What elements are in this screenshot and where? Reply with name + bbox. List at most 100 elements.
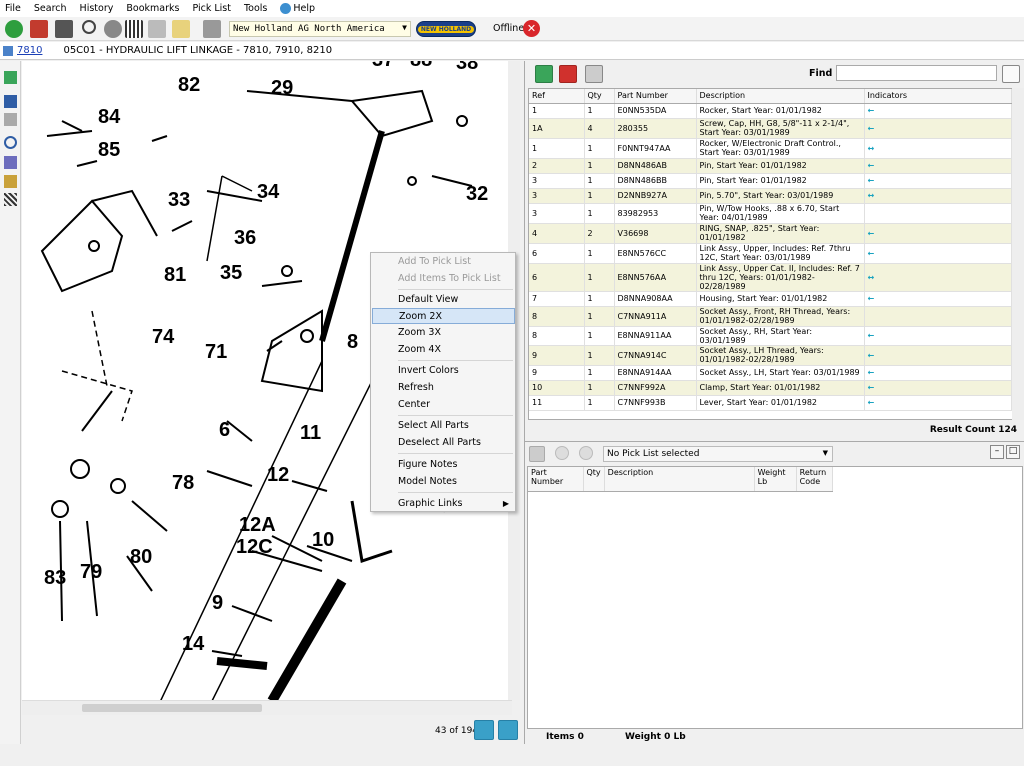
menu-search[interactable]: Search xyxy=(34,3,67,14)
menu-figure-notes[interactable]: Figure Notes xyxy=(372,457,515,473)
magnifier-icon[interactable] xyxy=(82,20,96,34)
menu-select-all-parts[interactable]: Select All Parts xyxy=(372,418,515,434)
menu-tools[interactable]: Tools xyxy=(244,3,267,14)
pick-col-return-code[interactable]: Return Code xyxy=(796,467,834,492)
pick-col-description[interactable]: Description xyxy=(604,467,755,492)
menu-history[interactable]: History xyxy=(80,3,114,14)
add-icon[interactable] xyxy=(579,446,593,460)
menu-add-items-to-pick-list[interactable]: Add Items To Pick List xyxy=(372,271,515,287)
find-input[interactable] xyxy=(836,65,997,81)
menu-model-notes[interactable]: Model Notes xyxy=(372,474,515,490)
menu-graphic-links[interactable]: Graphic Links ▶ xyxy=(372,496,515,512)
text-icon[interactable] xyxy=(4,156,17,169)
minimize-button[interactable]: – xyxy=(990,445,1004,459)
menu-bar: File Search History Bookmarks Pick List … xyxy=(0,0,1024,17)
menu-center[interactable]: Center xyxy=(372,397,515,413)
notes-icon[interactable] xyxy=(172,20,190,38)
cell-desc: Pin, 5.70", Start Year: 03/01/1989 xyxy=(696,188,865,204)
menu-help[interactable]: Help xyxy=(280,3,315,14)
table-row[interactable]: 3 1 D2NNB927A Pin, 5.70", Start Year: 03/01… xyxy=(529,188,1012,204)
cart-icon[interactable] xyxy=(585,65,603,83)
col-ref[interactable]: Ref xyxy=(529,89,585,104)
table-row[interactable]: 3 1 D8NN486BB Pin, Start Year: 01/01/1982 ← xyxy=(529,173,1012,189)
callout-14: 14 xyxy=(182,633,205,655)
gear-icon[interactable] xyxy=(104,20,122,38)
table-row[interactable]: 1A 4 280355 Screw, Cap, HH, G8, 5/8"-11 x 2… xyxy=(529,118,1012,139)
offline-close-icon[interactable]: ✕ xyxy=(523,20,540,37)
col-part-number[interactable]: Part Number xyxy=(614,89,697,104)
col-description[interactable]: Description xyxy=(696,89,865,104)
menu-refresh[interactable]: Refresh xyxy=(372,380,515,396)
previous-page-button[interactable] xyxy=(474,720,494,740)
history-icon[interactable] xyxy=(555,446,569,460)
cell-desc: Socket Assy., LH Thread, Years: 01/01/19… xyxy=(696,345,865,366)
table-row[interactable]: 4 2 V36698 RING, SNAP, .825", Start Year: 0… xyxy=(529,223,1012,244)
scroll-thumb[interactable] xyxy=(82,704,262,712)
parts-table-scrollbar[interactable] xyxy=(1012,88,1024,420)
menu-file[interactable]: File xyxy=(5,3,21,14)
cell-ref: 1A xyxy=(529,118,585,139)
menu-deselect-all-parts[interactable]: Deselect All Parts xyxy=(372,435,515,451)
menu-zoom-3x[interactable]: Zoom 3X xyxy=(372,325,515,341)
table-row[interactable]: 8 1 C7NNA911A Socket Assy., Front, RH Threa… xyxy=(529,306,1012,327)
cell-desc: Lever, Start Year: 01/01/1982 xyxy=(696,395,865,411)
table-row[interactable]: 3 1 83982953 Pin, W/Tow Hooks, .88 x 6.70, … xyxy=(529,203,1012,224)
table-row[interactable]: 1 1 E0NN535DA Rocker, Start Year: 01/01/198… xyxy=(529,103,1012,119)
menu-default-view[interactable]: Default View xyxy=(372,292,515,308)
diagram-horizontal-scrollbar[interactable] xyxy=(22,700,512,715)
context-menu: Add To Pick List Add Items To Pick List … xyxy=(370,252,516,512)
col-indicators[interactable]: Indicators xyxy=(864,89,1012,104)
menu-zoom-4x[interactable]: Zoom 4X xyxy=(372,342,515,358)
callout-12A: 12A xyxy=(239,514,276,536)
next-page-button[interactable] xyxy=(498,720,518,740)
table-row[interactable]: 1 1 F0NNT947AA Rocker, W/Electronic Draft C… xyxy=(529,138,1012,159)
table-row[interactable]: 9 1 C7NNA914C Socket Assy., LH Thread, Year… xyxy=(529,345,1012,366)
back-arrow-icon[interactable] xyxy=(5,20,23,38)
pick-col-weight[interactable]: Weight Lb xyxy=(754,467,797,492)
table-row[interactable]: 7 1 D8NNA908AA Housing, Start Year: 01/01/1… xyxy=(529,291,1012,307)
page-title: 05C01 - HYDRAULIC LIFT LINKAGE - 7810, 7… xyxy=(63,45,333,56)
pick-list-icon[interactable] xyxy=(529,446,545,462)
layers-icon[interactable] xyxy=(4,175,17,188)
table-row[interactable]: 9 1 E8NNA914AA Socket Assy., LH, Start Year… xyxy=(529,365,1012,381)
menu-invert-colors[interactable]: Invert Colors xyxy=(372,363,515,379)
zoom-icon[interactable] xyxy=(4,136,17,149)
callout-12: 12 xyxy=(267,464,289,486)
cell-desc: RING, SNAP, .825", Start Year: 01/01/198… xyxy=(696,223,865,244)
col-qty[interactable]: Qty xyxy=(584,89,615,104)
barcode-icon[interactable] xyxy=(125,20,143,38)
table-row[interactable]: 10 1 C7NNF992A Clamp, Start Year: 01/01/198… xyxy=(529,380,1012,396)
document-icon[interactable] xyxy=(148,20,166,38)
maximize-button[interactable]: □ xyxy=(1006,445,1020,459)
cell-qty: 1 xyxy=(584,243,615,264)
menu-zoom-2x[interactable]: Zoom 2X xyxy=(372,308,515,324)
grid-icon[interactable] xyxy=(4,193,17,206)
print-icon[interactable] xyxy=(55,20,73,38)
clear-find-icon[interactable] xyxy=(1002,65,1020,83)
model-link[interactable]: 7810 xyxy=(17,45,42,56)
table-row[interactable]: 6 1 E8NN576AA Link Assy., Upper Cat. II, In… xyxy=(529,263,1012,292)
disk-icon[interactable] xyxy=(4,113,17,126)
pick-list-select[interactable]: No Pick List selected ▼ xyxy=(603,446,833,462)
cell-desc: Link Assy., Upper Cat. II, Includes: Ref… xyxy=(696,263,865,292)
refresh-icon[interactable] xyxy=(4,71,17,84)
callout-11: 11 xyxy=(300,422,321,444)
cell-ind: ↔ xyxy=(864,138,1012,159)
book-icon[interactable] xyxy=(203,20,221,38)
home-icon[interactable] xyxy=(30,20,48,38)
menu-bookmarks[interactable]: Bookmarks xyxy=(126,3,179,14)
table-row[interactable]: 6 1 E8NN576CC Link Assy., Upper, Includes: … xyxy=(529,243,1012,264)
menu-pick-list[interactable]: Pick List xyxy=(192,3,231,14)
model-select[interactable]: New Holland AG North America ▼ xyxy=(229,21,411,37)
pick-col-qty[interactable]: Qty xyxy=(583,467,605,492)
callout-81: 81 xyxy=(164,264,186,286)
accept-icon[interactable] xyxy=(535,65,553,83)
save-icon[interactable] xyxy=(4,95,17,108)
menu-add-to-pick-list[interactable]: Add To Pick List xyxy=(372,254,515,270)
reject-icon[interactable] xyxy=(559,65,577,83)
pick-col-part-number[interactable]: Part Number xyxy=(528,467,584,492)
table-row[interactable]: 2 1 D8NN486AB Pin, Start Year: 01/01/1982 ← xyxy=(529,158,1012,174)
table-row[interactable]: 11 1 C7NNF993B Lever, Start Year: 01/01/198… xyxy=(529,395,1012,411)
table-row[interactable]: 8 1 E8NNA911AA Socket Assy., RH, Start Year… xyxy=(529,326,1012,346)
cell-part: E8NN576AA xyxy=(614,263,697,292)
